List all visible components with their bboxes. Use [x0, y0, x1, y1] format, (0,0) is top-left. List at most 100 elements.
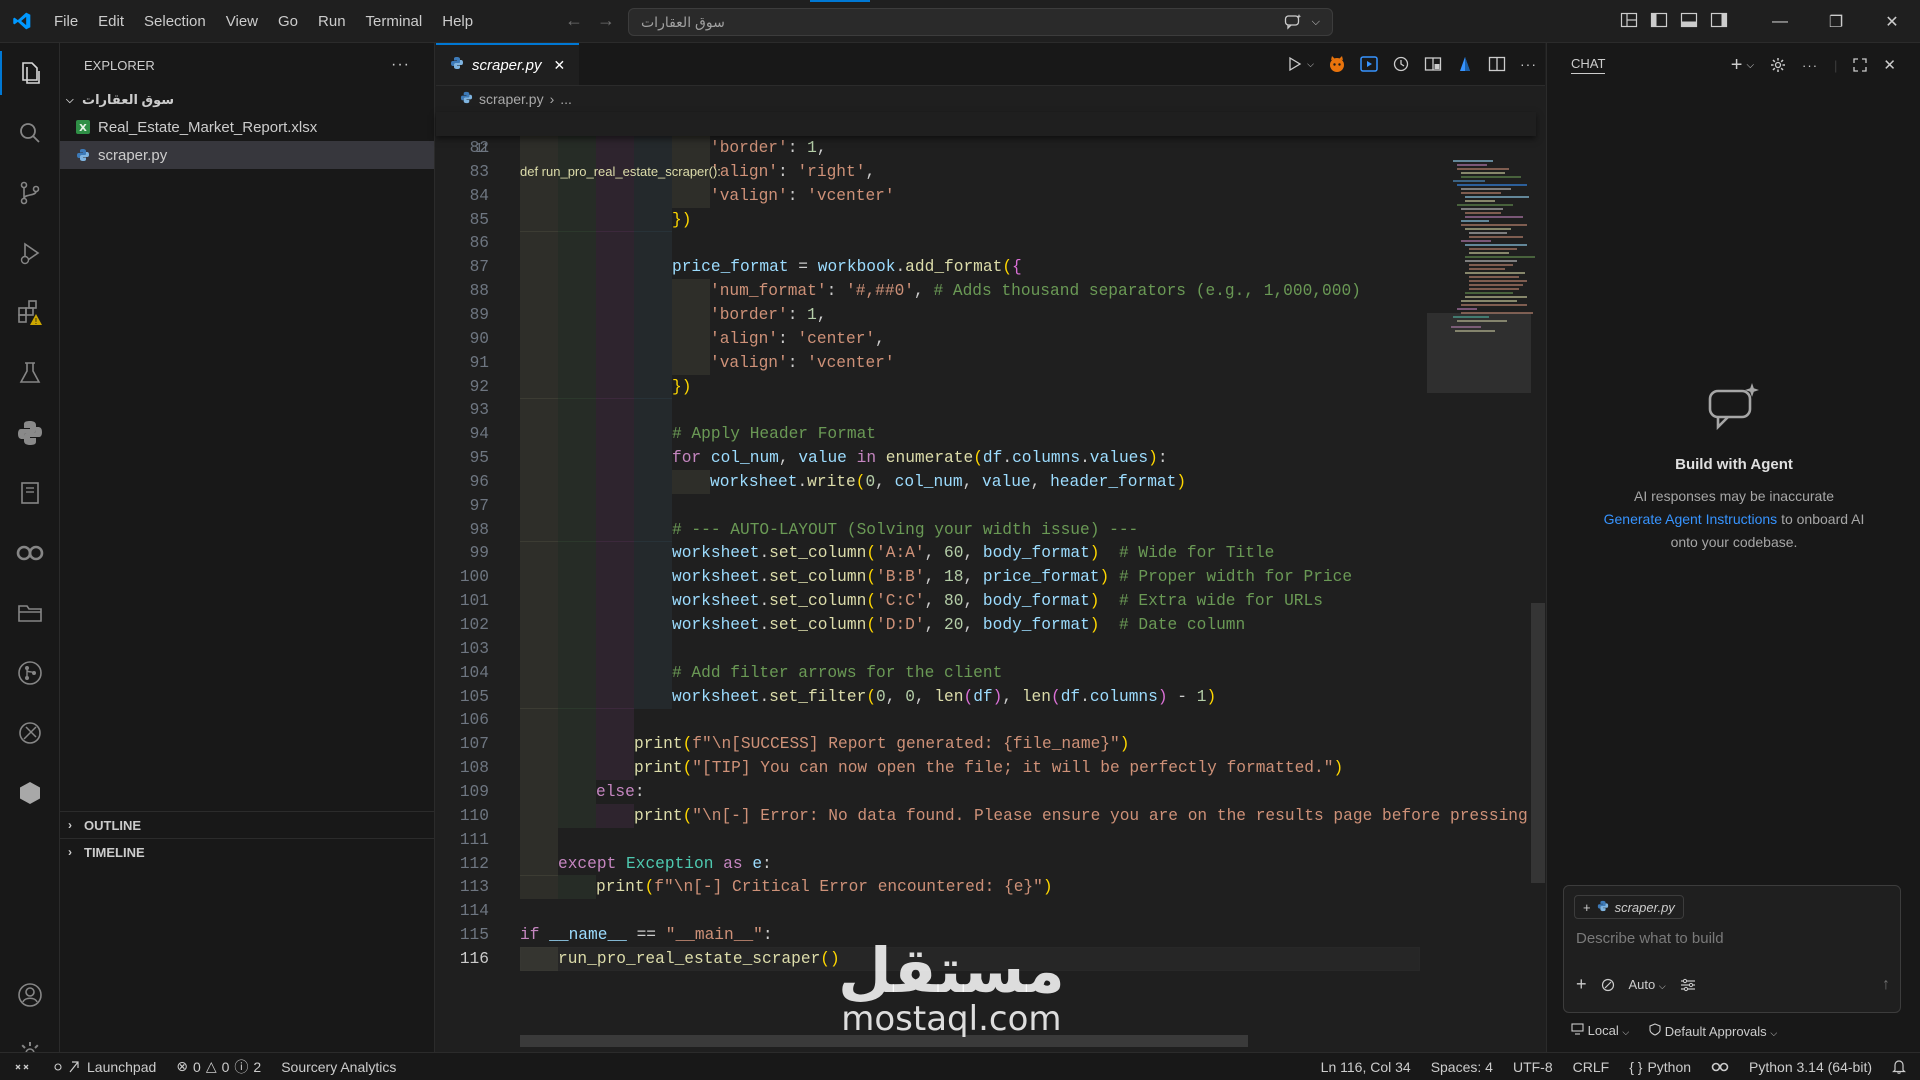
chat-prompt-input[interactable]	[1576, 930, 1886, 947]
python-icon[interactable]	[0, 403, 60, 463]
code-line[interactable]: 97	[436, 493, 1536, 518]
code-line[interactable]: 109 else:	[436, 779, 1536, 804]
approvals-picker[interactable]: Default Approvals ⌵	[1649, 1023, 1777, 1039]
tools-icon[interactable]	[1601, 978, 1615, 992]
command-center-search[interactable]: سوق العقارات ⌵	[628, 8, 1333, 36]
minimap[interactable]	[1449, 156, 1545, 336]
remote-explorer-icon[interactable]	[0, 703, 60, 763]
breadcrumb-more[interactable]: ...	[560, 91, 572, 107]
code-line[interactable]: 108 print("[TIP] You can now open the fil…	[436, 756, 1536, 781]
code-editor[interactable]: 82'border': 1, 83'align': 'right', 84'vali…	[436, 112, 1536, 1032]
menu-edit[interactable]: Edit	[88, 0, 134, 43]
live-preview-icon[interactable]	[1360, 55, 1378, 73]
open-preview-icon[interactable]	[1424, 55, 1442, 73]
location-picker[interactable]: Local ⌵	[1571, 1023, 1629, 1039]
code-line[interactable]: 114	[436, 899, 1536, 923]
mode-picker[interactable]: Auto ⌵	[1629, 977, 1666, 992]
forward-arrow-icon[interactable]: →	[597, 10, 615, 31]
code-line[interactable]: 99 worksheet.set_column('A:A', 60, body_f…	[436, 541, 1536, 566]
sourcery-icon[interactable]	[1456, 55, 1474, 73]
indentation[interactable]: Spaces: 4	[1421, 1059, 1503, 1075]
file-item-scraper[interactable]: scraper.py	[60, 141, 434, 169]
more-actions-icon[interactable]: ···	[1520, 56, 1537, 72]
maximize-icon[interactable]	[1853, 58, 1868, 72]
encoding[interactable]: UTF-8	[1503, 1059, 1563, 1075]
code-line[interactable]: 90 'align': 'center',	[436, 326, 1536, 351]
chevron-down-icon[interactable]: ⌵	[1307, 59, 1314, 70]
code-line[interactable]: 87 price_format = workbook.add_format({	[436, 255, 1536, 280]
code-line[interactable]: 91 'valign': 'vcenter'	[436, 350, 1536, 375]
code-line[interactable]: 82'border': 1,	[436, 136, 1536, 160]
code-line[interactable]: 103	[436, 636, 1536, 661]
code-line[interactable]: 86	[436, 231, 1536, 256]
notebook-icon[interactable]	[0, 463, 60, 523]
customize-layout-icon[interactable]	[1620, 11, 1638, 29]
configure-tools-icon[interactable]	[1680, 978, 1696, 992]
code-line[interactable]: 107 print(f"\n[SUCCESS] Report generated:…	[436, 732, 1536, 757]
git-graph-icon[interactable]	[0, 643, 60, 703]
code-line[interactable]: 96 worksheet.write(0, col_num, value, hea…	[436, 469, 1536, 494]
tab-scraper-py[interactable]: scraper.py ✕	[436, 43, 580, 85]
notifications-icon[interactable]	[1882, 1059, 1920, 1074]
workspace-folder[interactable]: ⌵ سوق العقارات	[60, 87, 434, 113]
more-actions-icon[interactable]: ···	[1802, 58, 1818, 73]
code-line[interactable]: 106	[436, 708, 1536, 733]
language-mode[interactable]: { } Python	[1619, 1059, 1701, 1075]
menu-file[interactable]: File	[44, 0, 88, 43]
code-line[interactable]: 88 'num_format': '#,##0', # Adds thousand…	[436, 279, 1536, 304]
code-line[interactable]: 104 # Add filter arrows for the client	[436, 660, 1536, 685]
generate-instructions-link[interactable]: Generate Agent Instructions	[1604, 511, 1778, 527]
menu-go[interactable]: Go	[268, 0, 308, 43]
timeline-section[interactable]: › TIMELINE	[60, 838, 435, 865]
testing-icon[interactable]	[0, 343, 60, 403]
close-icon[interactable]: ✕	[1883, 56, 1896, 74]
chevron-down-icon[interactable]: ⌵	[1312, 16, 1320, 29]
breadcrumb-file[interactable]: scraper.py	[479, 91, 544, 107]
launchpad-item[interactable]: Launchpad	[44, 1059, 166, 1075]
split-editor-icon[interactable]	[1488, 55, 1506, 73]
history-icon[interactable]	[1392, 55, 1410, 73]
code-line[interactable]: 100 worksheet.set_column('B:B', 18, price…	[436, 565, 1536, 590]
remote-indicator[interactable]	[0, 1059, 44, 1075]
outline-section[interactable]: › OUTLINE	[60, 811, 435, 838]
code-line[interactable]: 95 for col_num, value in enumerate(df.col…	[436, 446, 1536, 471]
vertical-scrollbar[interactable]	[1531, 603, 1545, 883]
vscode-logo-icon[interactable]	[0, 11, 44, 31]
back-arrow-icon[interactable]: ←	[565, 10, 583, 31]
code-line[interactable]: 101 worksheet.set_column('C:C', 80, body_…	[436, 589, 1536, 614]
copilot-status[interactable]	[1701, 1060, 1739, 1074]
sticky-scroll-line[interactable]: 11 def run_pro_real_estate_scraper():	[436, 112, 1536, 179]
extensions-icon[interactable]: !	[0, 283, 60, 343]
close-tab-icon[interactable]: ✕	[553, 57, 565, 74]
code-line[interactable]: 102 worksheet.set_column('D:D', 20, body_…	[436, 613, 1536, 637]
sourcery-item[interactable]: Sourcery Analytics	[271, 1059, 406, 1075]
code-line[interactable]: 89 'border': 1,	[436, 302, 1536, 327]
run-python-file-icon[interactable]	[1287, 56, 1303, 72]
account-icon[interactable]	[0, 965, 60, 1025]
code-line[interactable]: 84'valign': 'vcenter'	[436, 183, 1536, 208]
add-icon[interactable]: +	[1576, 974, 1587, 995]
code-line[interactable]: 111	[436, 827, 1536, 852]
run-debug-icon[interactable]	[0, 223, 60, 283]
restore-icon[interactable]: ❐	[1808, 0, 1864, 43]
cursor-position[interactable]: Ln 116, Col 34	[1311, 1059, 1421, 1075]
code-line[interactable]: 92})	[436, 374, 1536, 399]
folder-icon[interactable]	[0, 583, 60, 643]
code-line[interactable]: 113 print(f"\n[-] Critical Error encounte…	[436, 875, 1536, 900]
cat-extension-icon[interactable]	[1328, 55, 1346, 73]
chat-sparkle-icon[interactable]	[1284, 14, 1302, 30]
file-item-xlsx[interactable]: X Real_Estate_Market_Report.xlsx	[60, 113, 434, 141]
more-actions-icon[interactable]: ···	[391, 56, 410, 74]
menu-help[interactable]: Help	[432, 0, 483, 43]
menu-run[interactable]: Run	[308, 0, 356, 43]
new-chat-icon[interactable]: +	[1731, 54, 1743, 77]
code-line[interactable]: 93	[436, 398, 1536, 423]
minimize-icon[interactable]: —	[1752, 0, 1808, 43]
chat-tab[interactable]: CHAT	[1571, 56, 1606, 74]
close-window-icon[interactable]: ✕	[1864, 0, 1920, 43]
explorer-icon[interactable]	[0, 43, 60, 103]
problems-indicator[interactable]: ⊗ 0 △ 0 ⓘ 2	[166, 1057, 271, 1077]
source-control-icon[interactable]	[0, 163, 60, 223]
line-endings[interactable]: CRLF	[1563, 1059, 1620, 1075]
menu-terminal[interactable]: Terminal	[356, 0, 433, 43]
